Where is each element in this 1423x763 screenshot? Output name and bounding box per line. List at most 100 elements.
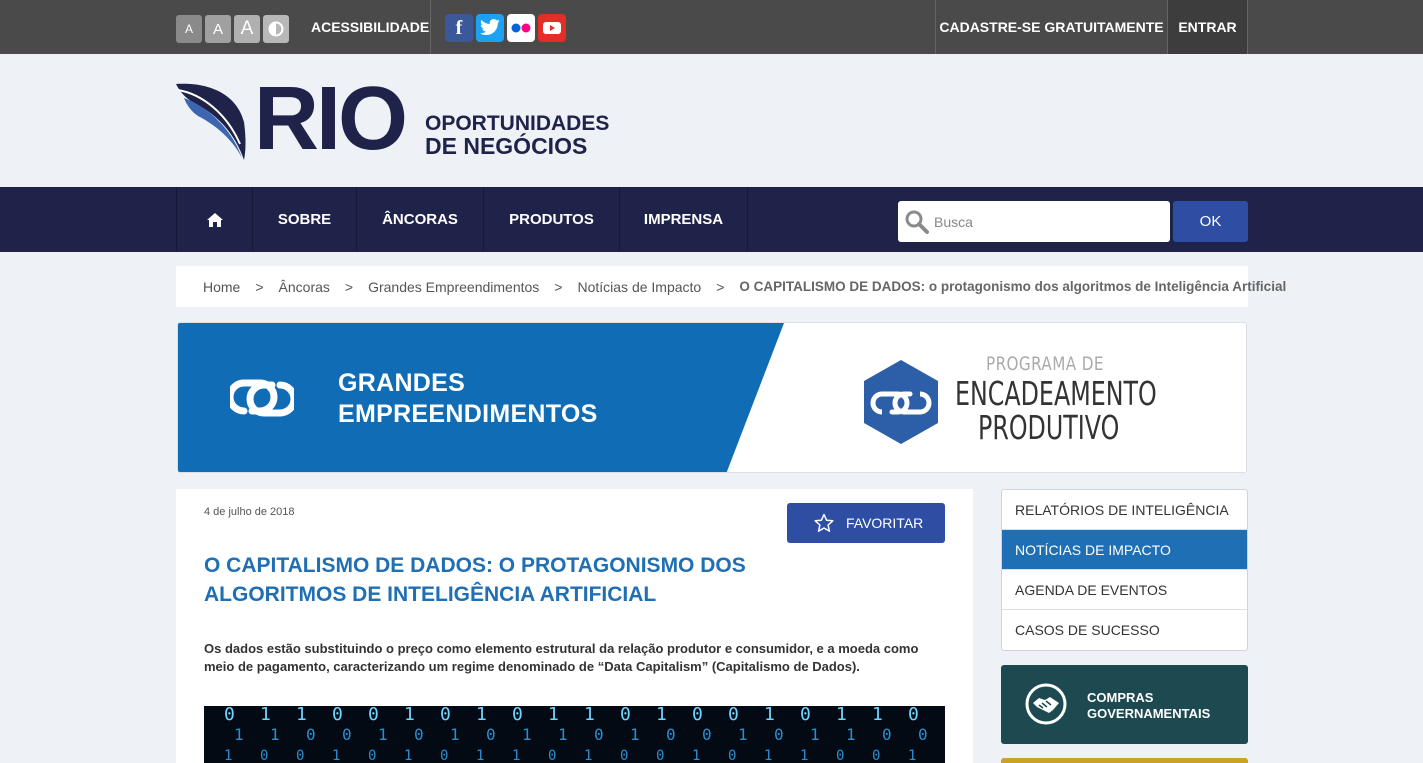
breadcrumb-ancoras[interactable]: Âncoras [279,279,330,295]
divider [430,0,431,54]
binary-digit: 0 [908,706,919,725]
binary-digit: 0 [224,706,235,725]
banner-title-line2: EMPREENDIMENTOS [338,400,598,428]
binary-digit: 1 [404,748,412,763]
binary-digit: 0 [702,725,712,744]
binary-digit: 0 [440,748,448,763]
binary-digit: 0 [774,725,784,744]
nav-sobre[interactable]: SOBRE [252,187,356,252]
binary-digit: 0 [620,748,628,763]
twitter-icon[interactable] [476,14,504,42]
banner-title: GRANDES EMPREENDIMENTOS [338,368,598,430]
compras-governamentais-promo[interactable]: COMPRAS GOVERNAMENTAIS [1001,665,1248,744]
youtube-icon[interactable] [538,14,566,42]
binary-digit: 1 [558,725,568,744]
sidebar-item-noticias[interactable]: NOTÍCIAS DE IMPACTO [1002,530,1247,570]
binary-digit: 0 [800,706,811,725]
binary-digit: 0 [296,748,304,763]
breadcrumb-noticias-de-impacto[interactable]: Notícias de Impacto [577,279,701,295]
binary-digit: 0 [332,706,343,725]
binary-digit: 1 [764,706,775,725]
section-banner: GRANDES EMPREENDIMENTOS PROGRAMA DE ENCA… [177,322,1247,473]
breadcrumb-separator: > [344,278,354,295]
binary-digit: 0 [620,706,631,725]
binary-digit: 1 [450,725,460,744]
binary-digit: 1 [836,706,847,725]
binary-digit: 0 [918,725,928,744]
binary-digit: 1 [656,706,667,725]
sidebar-menu: RELATÓRIOS DE INTELIGÊNCIA NOTÍCIAS DE I… [1001,489,1248,651]
binary-digit: 0 [836,748,844,763]
breadcrumb-current: O CAPITALISMO DE DADOS: o protagonismo d… [739,279,1287,294]
promo-next-card[interactable] [1001,758,1248,763]
binary-digit: 1 [260,706,271,725]
binary-digit: 0 [666,725,676,744]
article-title: O CAPITALISMO DE DADOS: O PROTAGONISMO D… [204,551,904,609]
nav-produtos[interactable]: PRODUTOS [483,187,619,252]
binary-digit: 1 [296,706,307,725]
binary-digit: 1 [584,706,595,725]
breadcrumb-separator: > [716,278,725,295]
search-box [898,201,1170,242]
binary-digit: 0 [872,748,880,763]
handshake-icon [1025,683,1067,725]
font-small-button[interactable]: A [176,15,202,43]
font-large-button[interactable]: A [234,15,260,43]
binary-digit: 0 [368,706,379,725]
breadcrumb-grandes-empreendimentos[interactable]: Grandes Empreendimentos [368,279,539,295]
contrast-icon [268,21,284,37]
search-input[interactable] [934,211,1159,233]
sidebar-item-relatorios[interactable]: RELATÓRIOS DE INTELIGÊNCIA [1002,490,1247,530]
site-header: RIO OPORTUNIDADES DE NEGÓCIOS [0,54,1423,187]
social-links: f [445,14,566,42]
article-title-line2: ALGORITMOS DE INTELIGÊNCIA ARTIFICIAL [204,583,657,606]
promo-line1: COMPRAS [1087,690,1154,705]
site-logo[interactable]: RIO OPORTUNIDADES DE NEGÓCIOS [176,74,609,164]
font-size-controls: A A A [176,15,289,43]
flickr-icon[interactable] [507,14,535,42]
favorite-button[interactable]: FAVORITAR [787,503,945,543]
font-medium-button[interactable]: A [205,15,231,43]
nav-home[interactable] [176,187,252,252]
facebook-icon[interactable]: f [445,14,473,42]
binary-digit: 0 [342,725,352,744]
binary-digit: 0 [882,725,892,744]
binary-digit: 0 [728,748,736,763]
contrast-button[interactable] [263,15,289,43]
binary-digit: 1 [584,748,592,763]
binary-digits-graphic: 0111101000010101010101010111101010101000… [224,706,928,763]
sidebar-item-casos[interactable]: CASOS DE SUCESSO [1002,610,1247,650]
article-date: 4 de julho de 2018 [204,506,295,518]
binary-digit: 0 [414,725,424,744]
favorite-label: FAVORITAR [846,515,924,531]
promo-text: COMPRAS GOVERNAMENTAIS [1087,690,1210,722]
binary-digit: 0 [594,725,604,744]
logo-text: RIO [254,69,408,169]
login-link[interactable]: ENTRAR [1167,0,1248,54]
binary-digit: 0 [306,725,316,744]
binary-digit: 1 [224,748,232,763]
binary-digit: 1 [512,748,520,763]
binary-digit: 1 [846,725,856,744]
binary-digit: 0 [260,748,268,763]
logo-wing-icon [176,83,246,160]
main-navigation: SOBRE ÂNCORAS PRODUTOS IMPRENSA OK [0,187,1423,252]
promo-line2: GOVERNAMENTAIS [1087,706,1211,721]
binary-digit: 1 [522,725,532,744]
search-submit-button[interactable]: OK [1173,201,1248,242]
nav-imprensa[interactable]: IMPRENSA [619,187,748,252]
nav-ancoras[interactable]: ÂNCORAS [356,187,483,252]
breadcrumb-home[interactable]: Home [203,279,240,295]
register-link[interactable]: CADASTRE-SE GRATUITAMENTE [935,0,1167,54]
breadcrumb-separator: > [255,278,264,295]
program-name-line2: PRODUTIVO [978,408,1120,447]
top-utility-bar: A A A ACESSIBILIDADE f CADASTRE-SE GRATU… [0,0,1423,54]
breadcrumb-separator: > [554,278,563,295]
accessibility-link[interactable]: ACESSIBILIDADE [311,19,429,35]
binary-digit: 1 [332,748,340,763]
binary-digit: 1 [476,706,487,725]
sidebar-item-agenda[interactable]: AGENDA DE EVENTOS [1002,570,1247,610]
binary-digit: 1 [234,725,244,744]
binary-digit: 0 [368,748,376,763]
breadcrumb: Home > Âncoras > Grandes Empreendimentos… [176,266,1286,307]
